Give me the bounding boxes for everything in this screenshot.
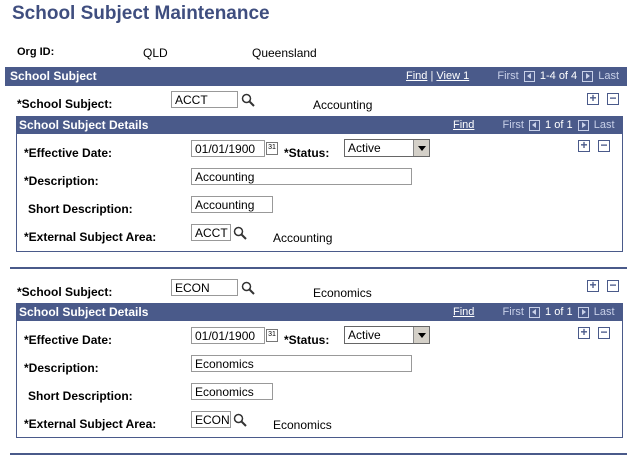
plus-icon[interactable]: + [587, 92, 599, 105]
external-subject-area-label: *External Subject Area: [24, 230, 157, 244]
school-subject-details-header: School Subject Details Find First 1 of 1… [16, 303, 623, 321]
details-navigation: Find First 1 of 1 Last [453, 306, 615, 318]
magnifier-icon[interactable] [233, 413, 247, 427]
grid-find-link[interactable]: Find [406, 70, 427, 82]
school-subject-grid-header: School Subject Find | View 1 First 1-4 o… [5, 67, 627, 86]
school-subject-details-header: School Subject Details Find First 1 of 1… [16, 116, 623, 134]
description-label: *Description: [24, 361, 99, 375]
details-next-icon[interactable] [577, 119, 589, 131]
school-subject-description: Accounting [313, 98, 373, 112]
org-id-label: Org ID: [17, 46, 55, 58]
details-next-icon[interactable] [577, 306, 589, 318]
details-header-label: School Subject Details [19, 118, 149, 132]
minus-icon[interactable]: − [598, 139, 610, 152]
grid-next-icon[interactable] [582, 70, 594, 82]
details-range-label: 1 of 1 [545, 306, 573, 318]
magnifier-icon[interactable] [241, 93, 255, 107]
grid-first-label: First [497, 70, 519, 82]
short-description-label: Short Description: [28, 389, 133, 403]
short-description-label: Short Description: [28, 202, 133, 216]
status-select[interactable]: Active [344, 139, 430, 157]
details-prev-icon[interactable] [528, 306, 540, 318]
details-find-link[interactable]: Find [453, 306, 474, 318]
details-navigation: Find First 1 of 1 Last [453, 119, 615, 131]
external-subject-area-input[interactable]: ACCT [191, 224, 231, 241]
minus-icon[interactable]: − [598, 326, 610, 339]
calendar-icon[interactable]: 31 [266, 142, 278, 155]
effective-date-label: *Effective Date: [24, 146, 113, 160]
minus-icon[interactable]: − [607, 92, 619, 105]
school-subject-input[interactable]: ACCT [171, 91, 238, 108]
status-value: Active [348, 328, 381, 342]
school-subject-input[interactable]: ECON [171, 279, 238, 296]
status-value: Active [348, 141, 381, 155]
details-prev-icon[interactable] [528, 119, 540, 131]
row-divider [10, 453, 627, 455]
external-subject-area-input[interactable]: ECON [191, 411, 231, 428]
calendar-icon[interactable]: 31 [266, 329, 278, 342]
details-range-label: 1 of 1 [545, 119, 573, 131]
details-find-link[interactable]: Find [453, 119, 474, 131]
grid-view-link[interactable]: View 1 [436, 70, 469, 82]
plus-icon[interactable]: + [587, 279, 599, 292]
school-subject-label: *School Subject: [17, 285, 113, 299]
page-title: School Subject Maintenance [12, 3, 270, 24]
chevron-down-icon[interactable] [413, 140, 429, 156]
details-last-label: Last [593, 306, 615, 318]
description-input[interactable]: Accounting [191, 168, 412, 185]
external-subject-area-label: *External Subject Area: [24, 417, 157, 431]
description-label: *Description: [24, 174, 99, 188]
details-first-label: First [502, 306, 524, 318]
grid-range-label: 1-4 of 4 [539, 70, 578, 82]
chevron-down-icon[interactable] [413, 327, 429, 343]
school-subject-label: *School Subject: [17, 97, 113, 111]
magnifier-icon[interactable] [233, 226, 247, 240]
details-header-label: School Subject Details [19, 305, 149, 319]
external-subject-area-description: Economics [273, 418, 332, 432]
row-divider [10, 267, 627, 269]
details-last-label: Last [593, 119, 615, 131]
description-input[interactable]: Economics [191, 355, 412, 372]
effective-date-label: *Effective Date: [24, 333, 113, 347]
details-first-label: First [502, 119, 524, 131]
org-name-value: Queensland [252, 46, 317, 60]
school-subject-description: Economics [313, 286, 372, 300]
effective-date-input[interactable]: 01/01/1900 [191, 140, 265, 157]
plus-icon[interactable]: + [578, 326, 590, 339]
external-subject-area-description: Accounting [273, 231, 333, 245]
status-label: *Status: [284, 333, 330, 347]
org-id-value: QLD [143, 46, 168, 60]
grid-header-label: School Subject [10, 69, 97, 83]
status-select[interactable]: Active [344, 326, 430, 344]
plus-icon[interactable]: + [578, 139, 590, 152]
magnifier-icon[interactable] [241, 281, 255, 295]
status-label: *Status: [284, 146, 330, 160]
grid-prev-icon[interactable] [523, 70, 535, 82]
grid-last-label: Last [598, 70, 620, 82]
minus-icon[interactable]: − [607, 279, 619, 292]
short-description-input[interactable]: Accounting [191, 196, 273, 213]
grid-navigation: Find | View 1 First 1-4 of 4 Last [406, 70, 620, 82]
short-description-input[interactable]: Economics [191, 383, 273, 400]
effective-date-input[interactable]: 01/01/1900 [191, 327, 265, 344]
